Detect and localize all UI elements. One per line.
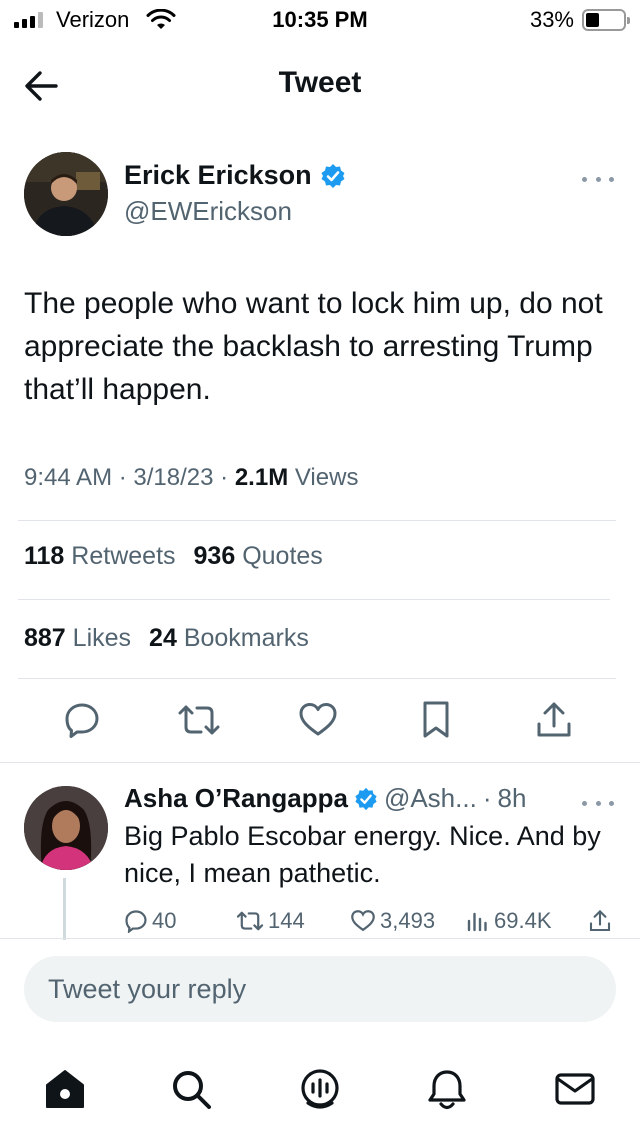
tweet-date: 3/18/23: [133, 464, 214, 491]
reply-replies-count: 40: [152, 908, 177, 933]
status-bar: Verizon 10:35 PM 33%: [0, 0, 640, 42]
avatar-photo: [24, 786, 108, 870]
more-options-icon[interactable]: [582, 172, 614, 186]
retweet-button[interactable]: [177, 690, 221, 750]
share-icon: [589, 909, 611, 932]
reply-actions: 40 144 3,493 69.4K: [124, 903, 624, 943]
reply-retweets-count: 144: [268, 908, 305, 933]
verified-badge-icon: [321, 163, 345, 188]
reply-retweet-button[interactable]: 144: [236, 903, 305, 939]
quotes-stat[interactable]: 936 Quotes: [194, 542, 323, 571]
author-name: Erick Erickson: [124, 160, 312, 190]
verified-badge-icon: [355, 787, 377, 810]
search-icon: [173, 1071, 211, 1109]
divider: [0, 938, 640, 939]
like-button[interactable]: [296, 690, 340, 750]
page-title: Tweet: [278, 66, 362, 99]
nav-spaces[interactable]: [295, 1064, 345, 1114]
reply-author-avatar[interactable]: [24, 786, 108, 870]
bookmark-button[interactable]: [414, 690, 458, 750]
bookmark-icon: [423, 701, 449, 738]
avatar-photo: [24, 152, 108, 236]
battery-icon: [582, 9, 630, 31]
author-name-row[interactable]: Erick Erickson: [124, 160, 346, 191]
battery-percent: 33%: [529, 7, 574, 32]
tweet-text: The people who want to lock him up, do n…: [24, 287, 603, 406]
views-icon: [467, 912, 487, 932]
views-count: 2.1M: [234, 464, 289, 491]
stats-row-1: 118 Retweets 936 Quotes: [24, 542, 341, 571]
divider: [18, 678, 616, 679]
retweet-icon: [178, 705, 220, 735]
bottom-nav: [0, 1056, 640, 1120]
retweet-icon: [236, 911, 264, 931]
divider: [0, 762, 640, 763]
reply-text: Big Pablo Escobar energy. Nice. And by n…: [124, 821, 601, 888]
notifications-icon: [428, 1070, 466, 1110]
author-avatar[interactable]: [24, 152, 108, 236]
bookmarks-stat[interactable]: 24 Bookmarks: [149, 624, 309, 653]
like-icon: [299, 703, 337, 736]
messages-icon: [555, 1073, 595, 1105]
thread-line: [63, 878, 66, 940]
tweet-actions: [0, 690, 640, 750]
reply-like-button[interactable]: 3,493: [350, 903, 435, 939]
reply-age: 8h: [497, 783, 527, 813]
reply-views-button[interactable]: 69.4K: [466, 903, 552, 939]
reply-button[interactable]: [60, 690, 104, 750]
tweet-meta: 9:44 AM · 3/18/23 · 2.1M Views: [24, 464, 359, 491]
reply-author-handle: @Ash...: [383, 783, 477, 813]
spaces-icon: [301, 1069, 339, 1109]
reply-input[interactable]: Tweet your reply: [24, 956, 616, 1022]
reply-input-placeholder: Tweet your reply: [48, 974, 247, 1004]
nav-home[interactable]: [40, 1064, 90, 1114]
reply-share-button[interactable]: [588, 903, 612, 939]
likes-stat[interactable]: 887 Likes: [24, 624, 131, 653]
nav-messages[interactable]: [550, 1064, 600, 1114]
tweet-time: 9:44 AM: [24, 464, 113, 491]
share-icon: [537, 702, 571, 737]
like-icon: [351, 910, 375, 932]
nav-notifications[interactable]: [422, 1064, 472, 1114]
retweets-stat[interactable]: 118 Retweets: [24, 542, 176, 571]
divider: [18, 520, 616, 521]
reply-header[interactable]: Asha O’Rangappa @Ash... · 8h: [124, 783, 526, 814]
reply-author-name: Asha O’Rangappa: [124, 783, 348, 813]
divider: [18, 599, 610, 600]
home-icon: [46, 1070, 84, 1108]
reply-reply-button[interactable]: 40: [124, 903, 176, 939]
views-label: Views: [294, 464, 359, 491]
stats-row-2: 887 Likes 24 Bookmarks: [24, 624, 327, 653]
reply-likes-count: 3,493: [380, 908, 436, 933]
nav-search[interactable]: [166, 1064, 216, 1114]
reply-more-options-icon[interactable]: [582, 796, 614, 810]
author-handle[interactable]: @EWErickson: [124, 196, 292, 227]
reply-icon: [125, 910, 147, 933]
reply-views-count: 69.4K: [494, 908, 552, 933]
share-button[interactable]: [532, 690, 576, 750]
reply-icon: [65, 703, 99, 738]
